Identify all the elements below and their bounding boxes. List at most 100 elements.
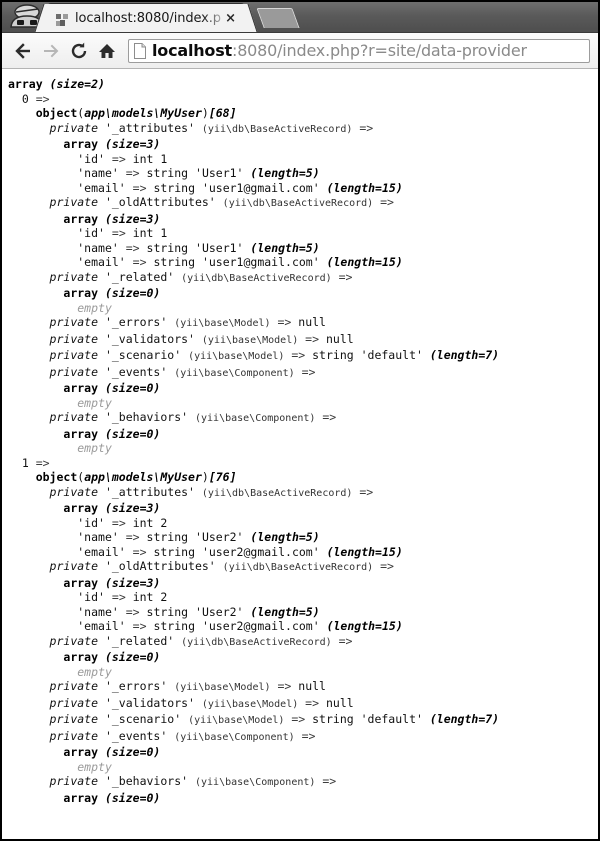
dump-token-cls: (yii\base\Model) — [188, 351, 285, 362]
dump-token-vis: private — [49, 695, 99, 710]
dump-token-key: 'id' — [77, 515, 105, 530]
dump-token-cls: (yii\db\BaseActiveRecord) — [181, 636, 332, 648]
dump-token-arrow: => — [111, 226, 126, 240]
dump-token-val: 'User2' — [195, 604, 244, 619]
dump-token-cls: (yii\db\BaseActiveRecord) — [222, 562, 374, 573]
dump-token-kw: object — [35, 106, 78, 120]
dump-line: object(app\models\MyUser)[76] — [35, 470, 237, 484]
dump-token-cls: (yii\base\Model) — [174, 682, 271, 693]
dump-token-type: string — [146, 240, 189, 255]
dump-token-type: int — [132, 226, 154, 240]
dump-token-prop: '_events' — [104, 728, 168, 743]
dump-token-arrow: => — [132, 544, 147, 559]
dump-token-arrow: => — [291, 712, 306, 726]
dump-token-type: int — [132, 515, 154, 530]
dump-token-arrow: => — [111, 515, 126, 530]
dump-line: array (size=0) — [8, 286, 596, 301]
dump-token-kw: array — [8, 77, 43, 91]
dump-token-sz: (size=3) — [104, 211, 161, 226]
dump-token-len: (length=15) — [326, 619, 403, 633]
dump-token-nullv: null — [298, 679, 326, 693]
dump-token-sz: (size=0) — [104, 286, 161, 300]
dump-token-type: string — [312, 348, 354, 362]
dump-token-type: string — [153, 180, 195, 195]
dump-token-vis: private — [49, 331, 99, 346]
dump-token-prop: '_oldAttributes' — [104, 559, 216, 573]
dump-token-val: 'user2@gmail.com' — [201, 619, 320, 633]
dump-token-len: (length=15) — [326, 544, 403, 559]
dump-line: private '_events' (yii\base\Component) =… — [8, 729, 596, 746]
dump-token-cls: (yii\base\Model) — [201, 698, 299, 710]
dump-token-kw: array — [63, 381, 99, 395]
dump-token-arrow: => — [301, 364, 316, 379]
dump-token-len: (length=5) — [250, 530, 320, 544]
dump-token-prop: '_behaviors' — [104, 410, 189, 424]
dump-token-val: 'User2' — [195, 530, 244, 544]
dump-token-vis: private — [49, 348, 99, 362]
dump-token-key: 'email' — [77, 255, 126, 269]
dump-line: private '_behaviors' (yii\base\Component… — [8, 410, 596, 427]
dump-token-sz: (size=0) — [104, 650, 161, 664]
dump-line: empty — [8, 301, 596, 316]
url-path: :8080/index.php?r=site/data-provider — [232, 41, 527, 60]
dump-token-idx: 1 — [21, 455, 29, 470]
dump-token-type: string — [146, 604, 189, 619]
dump-line: 'id' => int 2 — [8, 590, 596, 605]
dump-token-len: (length=15) — [326, 255, 403, 269]
dump-line: 'email' => string 'user1@gmail.com' (len… — [8, 255, 596, 270]
dump-token-sz: (size=0) — [104, 381, 161, 395]
dump-token-arrow: => — [322, 410, 337, 424]
dump-token-len: (length=15) — [326, 180, 403, 195]
dump-line: 'email' => string 'user1@gmail.com' (len… — [8, 181, 596, 196]
dump-token-nullv: null — [298, 315, 326, 329]
dump-token-cls: (yii\db\BaseActiveRecord) — [201, 123, 353, 135]
dump-token-key: 'name' — [77, 240, 119, 255]
url-host: localhost — [152, 41, 232, 60]
dump-line: private '_errors' (yii\base\Model) => nu… — [8, 679, 596, 696]
dump-line: array (size=3) — [8, 137, 596, 152]
dump-token-empty: empty — [77, 441, 112, 455]
dump-token-cls: (yii\base\Model) — [201, 334, 299, 346]
dump-line: array (size=3) — [8, 576, 596, 591]
dump-token-vis: private — [49, 410, 99, 424]
dump-token-objcls: app\models\MyUser — [84, 470, 202, 484]
dump-token-kw: array — [63, 426, 99, 441]
dump-line: array (size=0) — [8, 650, 596, 665]
dump-token-arrow: => — [277, 315, 292, 329]
dump-token-cls: (yii\base\Component) — [194, 777, 316, 788]
dump-line: private '_related' (yii\db\BaseActiveRec… — [8, 270, 596, 287]
address-bar[interactable]: localhost:8080/index.php?r=site/data-pro… — [128, 38, 590, 63]
dump-token-arrow: => — [111, 590, 126, 604]
close-icon[interactable]: × — [223, 12, 238, 25]
dump-token-arrow: => — [132, 255, 147, 269]
dump-token-key: 'email' — [77, 544, 126, 559]
dump-token-arrow: => — [125, 604, 140, 619]
reload-icon[interactable] — [66, 38, 92, 64]
dump-token-sz: (size=0) — [104, 745, 161, 759]
dump-token-idx: 0 — [21, 91, 29, 106]
dump-line: private '_attributes' (yii\db\BaseActive… — [8, 121, 596, 138]
new-tab-button[interactable] — [256, 8, 300, 28]
dump-token-vis: private — [49, 484, 99, 499]
dump-line: array (size=0) — [8, 745, 596, 760]
dump-line: private '_related' (yii\db\BaseActiveRec… — [8, 634, 596, 651]
dump-token-prop: '_attributes' — [104, 484, 195, 499]
dump-token-kw: array — [63, 501, 99, 515]
dump-token-prop: '_behaviors' — [104, 774, 189, 788]
home-icon[interactable] — [94, 38, 120, 64]
dump-token-arrow: => — [125, 166, 140, 180]
browser-tab[interactable]: localhost:8080/index.p × — [48, 4, 244, 32]
dump-line: private '_errors' (yii\base\Model) => nu… — [8, 315, 596, 332]
dump-token-sz: (size=3) — [104, 137, 161, 151]
back-arrow-icon[interactable] — [10, 38, 36, 64]
dump-token-arrow: => — [132, 180, 147, 195]
dump-token-key: 'id' — [77, 590, 105, 604]
forward-arrow-icon[interactable] — [38, 38, 64, 64]
dump-token-len: (length=7) — [429, 712, 500, 726]
dump-token-sz: (size=3) — [104, 575, 161, 590]
dump-token-vis: private — [49, 679, 99, 693]
dump-line: private '_oldAttributes' (yii\db\BaseAct… — [8, 195, 596, 212]
dump-line: 'name' => string 'User2' (length=5) — [8, 605, 596, 620]
dump-token-prop: '_scenario' — [104, 712, 182, 726]
dump-line: object(app\models\MyUser)[68] — [35, 106, 237, 120]
